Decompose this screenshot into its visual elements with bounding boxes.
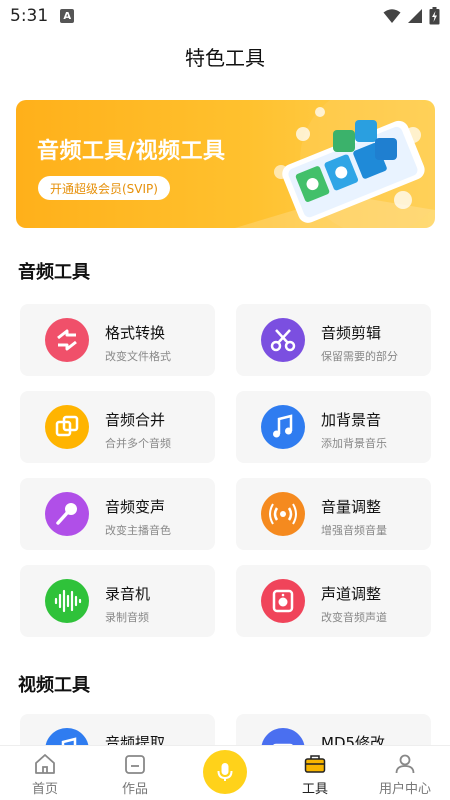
convert-icon: [45, 318, 89, 362]
nav-label: 首页: [31, 782, 58, 797]
record-button[interactable]: [203, 750, 247, 794]
microphone-icon: [45, 492, 89, 536]
signal-icon: [408, 9, 422, 23]
svip-button[interactable]: 开通超级会员(SVIP): [38, 176, 170, 200]
nav-tools[interactable]: 工具: [270, 752, 360, 797]
nav-user-center[interactable]: 用户中心: [360, 752, 450, 797]
tool-card-audio-clip[interactable]: 音频剪辑 保留需要的部分: [236, 304, 431, 376]
toolbox-icon: [304, 755, 326, 773]
tool-desc: 改变主播音色: [105, 524, 171, 537]
tool-desc: 合并多个音频: [105, 437, 171, 450]
home-icon: [35, 754, 55, 774]
tool-card-volume-adjust[interactable]: 音量调整 增强音频音量: [236, 478, 431, 550]
tool-card-add-bgm[interactable]: 加背景音 添加背景音乐: [236, 391, 431, 463]
tool-card-audio-merge[interactable]: 音频合并 合并多个音频: [20, 391, 215, 463]
nav-label: 用户中心: [378, 782, 431, 797]
scissors-icon: [261, 318, 305, 362]
tool-name: 加背景音: [321, 411, 382, 429]
bottom-nav: 首页 作品 工具 用户中心: [0, 745, 450, 800]
merge-icon: [45, 405, 89, 449]
tool-desc: 改变音频声道: [321, 611, 387, 624]
speaker-icon: [261, 579, 305, 623]
tool-card-format-convert[interactable]: 格式转换 改变文件格式: [20, 304, 215, 376]
wifi-icon: [383, 9, 401, 23]
tool-card-recorder[interactable]: 录音机 录制音频: [20, 565, 215, 637]
tool-name: 格式转换: [105, 324, 166, 342]
status-icons: [383, 7, 440, 25]
tool-desc: 改变文件格式: [105, 350, 171, 363]
svip-banner[interactable]: 音频工具/视频工具 开通超级会员(SVIP): [16, 100, 435, 228]
tool-desc: 增强音频音量: [321, 524, 387, 537]
user-icon: [395, 754, 415, 774]
works-icon: [125, 755, 145, 774]
tool-desc: 添加背景音乐: [321, 437, 387, 450]
music-note-icon: [261, 405, 305, 449]
nav-home[interactable]: 首页: [0, 752, 90, 797]
status-bar: 5:31 A: [0, 0, 450, 32]
waveform-icon: [45, 579, 89, 623]
tool-desc: 保留需要的部分: [321, 350, 398, 363]
tool-name: 音频剪辑: [321, 324, 382, 342]
battery-icon: [429, 7, 440, 25]
microphone-icon: [217, 763, 233, 781]
video-section-title: 视频工具: [18, 675, 90, 696]
banner-title: 音频工具/视频工具: [37, 139, 226, 164]
tool-name: 录音机: [105, 585, 151, 603]
tool-desc: 录制音频: [105, 611, 149, 624]
tool-card-voice-change[interactable]: 音频变声 改变主播音色: [20, 478, 215, 550]
notification-icon: A: [60, 9, 75, 23]
tool-name: 音频变声: [105, 498, 166, 516]
nav-label: 作品: [121, 782, 148, 797]
tool-name: 声道调整: [321, 585, 382, 603]
nav-label: 工具: [301, 782, 328, 797]
status-time: 5:31: [10, 6, 49, 26]
audio-section-title: 音频工具: [18, 262, 90, 283]
volume-icon: [261, 492, 305, 536]
tool-card-channel-adjust[interactable]: 声道调整 改变音频声道: [236, 565, 431, 637]
phone-illustration-icon: [235, 100, 435, 228]
tool-name: 音频合并: [105, 411, 166, 429]
nav-works[interactable]: 作品: [90, 752, 180, 797]
tool-name: 音量调整: [321, 498, 382, 516]
page-title: 特色工具: [185, 46, 265, 70]
